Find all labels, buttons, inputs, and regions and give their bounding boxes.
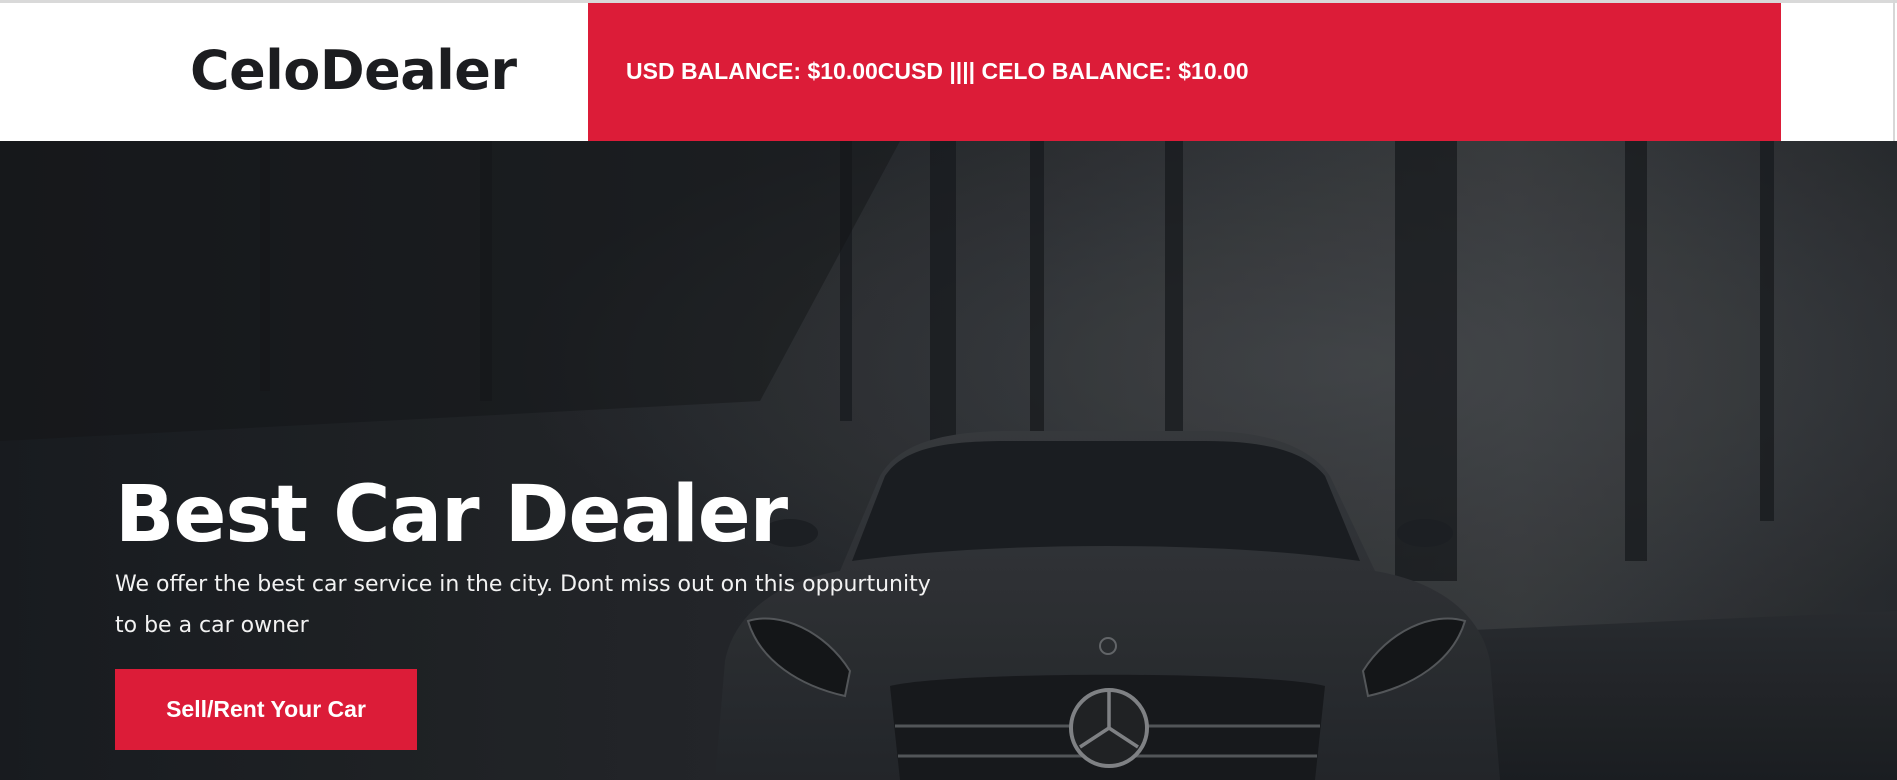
- hero-subtitle: We offer the best car service in the cit…: [115, 572, 931, 638]
- sell-rent-car-button[interactable]: Sell/Rent Your Car: [115, 669, 417, 750]
- balance-bar: USD BALANCE: $10.00CUSD |||| CELO BALANC…: [588, 3, 1781, 141]
- site-header: CeloDealer USD BALANCE: $10.00CUSD |||| …: [0, 3, 1897, 141]
- hero-title: Best Car Dealer: [115, 470, 788, 561]
- page: CeloDealer USD BALANCE: $10.00CUSD |||| …: [0, 0, 1897, 780]
- hero-section: Best Car Dealer We offer the best car se…: [0, 141, 1897, 780]
- scrollbar-edge: [1893, 0, 1895, 141]
- balance-text: USD BALANCE: $10.00CUSD |||| CELO BALANC…: [626, 58, 1249, 84]
- brand-logo[interactable]: CeloDealer: [190, 44, 517, 98]
